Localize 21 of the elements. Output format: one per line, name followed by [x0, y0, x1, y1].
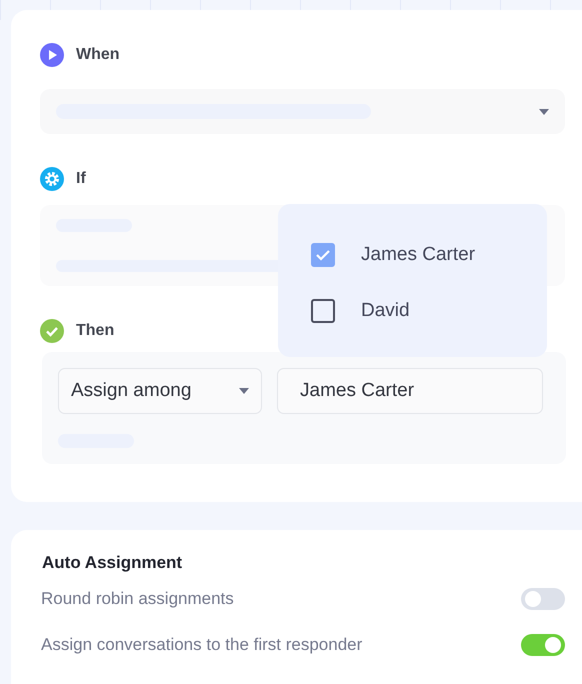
- check-circle-icon: [40, 319, 64, 343]
- setting-label: Round robin assignments: [41, 589, 234, 609]
- check-icon: [315, 249, 331, 261]
- section-label: Then: [76, 322, 114, 340]
- play-icon: [40, 43, 64, 67]
- section-label: When: [76, 46, 120, 64]
- gear-icon: [40, 167, 64, 191]
- checkbox[interactable]: [311, 299, 335, 323]
- trigger-dropdown[interactable]: [40, 89, 565, 134]
- caret-icon: [239, 388, 249, 394]
- caret-icon: [539, 108, 549, 114]
- section-label: If: [76, 170, 86, 188]
- toggle-switch[interactable]: [521, 588, 565, 610]
- setting-label: Assign conversations to the first responder: [41, 635, 362, 655]
- option-label[interactable]: David: [361, 300, 410, 322]
- action-select[interactable]: Assign among: [58, 368, 262, 414]
- section-title: Auto Assignment: [42, 552, 184, 574]
- option-label[interactable]: James Carter: [361, 244, 476, 266]
- checkbox[interactable]: [311, 243, 335, 267]
- assignee-field[interactable]: James Carter: [277, 368, 543, 414]
- toggle-switch[interactable]: [521, 634, 565, 656]
